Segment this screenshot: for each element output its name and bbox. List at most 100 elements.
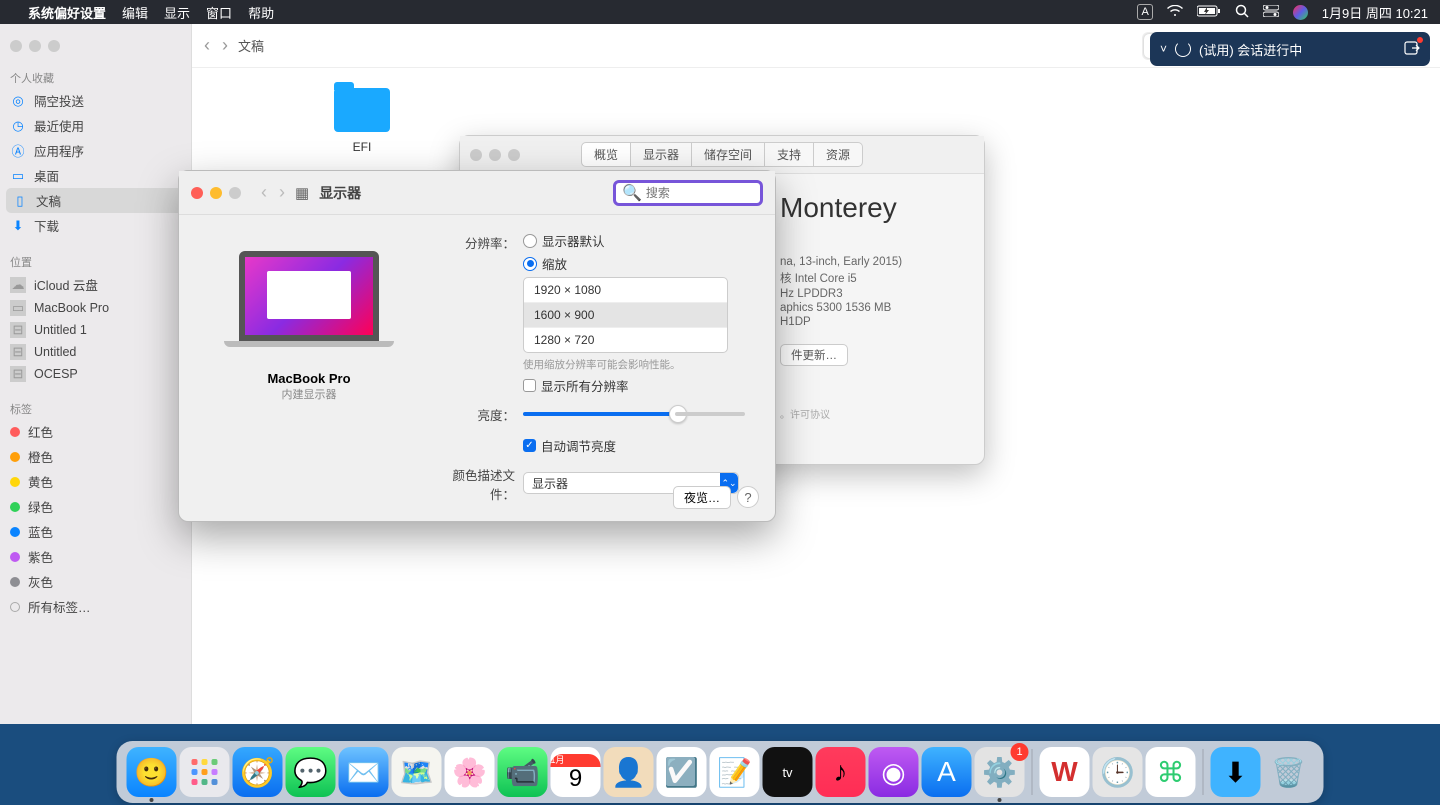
software-update-button[interactable]: 件更新… [780, 344, 848, 366]
dock-trash[interactable]: 🗑️ [1264, 747, 1314, 797]
sidebar-item-ocesp[interactable]: ⊟OCESP [0, 363, 191, 385]
show-all-resolutions-checkbox[interactable]: 显示所有分辨率 [523, 376, 755, 395]
search-field[interactable]: 🔍 [613, 180, 763, 206]
dock-music[interactable]: ♪ [816, 747, 866, 797]
dock-safari[interactable]: 🧭 [233, 747, 283, 797]
datetime[interactable]: 1月9日 周四 10:21 [1322, 3, 1428, 22]
dock-calendar[interactable]: 1月 9 [551, 747, 601, 797]
minimize-button[interactable] [210, 187, 222, 199]
sidebar-item-untitled1[interactable]: ⊟Untitled 1 [0, 319, 191, 341]
sidebar-item-untitled[interactable]: ⊟Untitled [0, 341, 191, 363]
auto-brightness-checkbox[interactable]: ✓自动调节亮度 [523, 436, 616, 455]
zoom-button[interactable] [48, 40, 60, 52]
forward-button[interactable]: › [279, 182, 285, 203]
back-button[interactable]: ‹ [204, 35, 210, 56]
tab-resources[interactable]: 资源 [814, 142, 863, 167]
night-shift-button[interactable]: 夜览… [673, 486, 731, 509]
minimize-button[interactable] [489, 149, 501, 161]
tag-dot-icon [10, 452, 20, 462]
exit-session-button[interactable] [1404, 40, 1420, 59]
show-all-button[interactable]: ▦ [295, 184, 309, 202]
sidebar-item-applications[interactable]: Ⓐ应用程序 [0, 138, 191, 163]
sidebar-item-icloud[interactable]: ☁iCloud 云盘 [0, 272, 191, 297]
wifi-icon[interactable] [1167, 4, 1183, 20]
close-button[interactable] [10, 40, 22, 52]
slider-thumb[interactable] [669, 405, 687, 423]
menu-window[interactable]: 窗口 [206, 3, 232, 22]
close-button[interactable] [470, 149, 482, 161]
menu-edit[interactable]: 编辑 [122, 3, 148, 22]
siri-icon[interactable] [1293, 5, 1308, 20]
session-banner[interactable]: ˅ (试用) 会话进行中 [1150, 32, 1430, 66]
minimize-button[interactable] [29, 40, 41, 52]
dock-system-preferences[interactable]: ⚙️1 [975, 747, 1025, 797]
sidebar-tag[interactable]: 所有标签… [0, 594, 191, 619]
folder-efi[interactable]: EFI [322, 88, 402, 154]
menu-help[interactable]: 帮助 [248, 3, 274, 22]
sidebar-tag[interactable]: 黄色 [0, 469, 191, 494]
dock-photos[interactable]: 🌸 [445, 747, 495, 797]
macbook-illustration [224, 251, 394, 361]
resolution-scaled-radio[interactable]: 缩放 [523, 254, 755, 273]
resolution-option[interactable]: 1920 × 1080 [524, 278, 727, 303]
resolution-option[interactable]: 1280 × 720 [524, 328, 727, 352]
tab-overview[interactable]: 概览 [581, 142, 631, 167]
dock-finder[interactable]: 🙂 [127, 747, 177, 797]
dock: 🙂 🧭 💬 ✉️ 🗺️ 🌸 📹 1月 9 👤 ☑️ 📝 tv ♪ ◉ A ⚙️1… [117, 741, 1324, 803]
sidebar-item-airdrop[interactable]: ◎隔空投送 [0, 88, 191, 113]
sidebar-tag[interactable]: 紫色 [0, 544, 191, 569]
sidebar-item-desktop[interactable]: ▭桌面 [0, 163, 191, 188]
close-button[interactable] [191, 187, 203, 199]
about-footer: 。许可协议 [780, 406, 960, 421]
dock-tv[interactable]: tv [763, 747, 813, 797]
disk-icon: ⊟ [10, 322, 26, 338]
zoom-button[interactable] [229, 187, 241, 199]
back-button[interactable]: ‹ [261, 182, 267, 203]
dock-wps[interactable]: W [1040, 747, 1090, 797]
spotlight-icon[interactable] [1235, 4, 1249, 21]
dock-timemachine[interactable]: 🕒 [1093, 747, 1143, 797]
app-menu[interactable]: 系统偏好设置 [28, 3, 106, 22]
dock-notes[interactable]: 📝 [710, 747, 760, 797]
tag-dot-icon [10, 602, 20, 612]
forward-button[interactable]: › [222, 35, 228, 56]
folder-label: EFI [322, 140, 402, 154]
sidebar-tag[interactable]: 蓝色 [0, 519, 191, 544]
tab-displays[interactable]: 显示器 [631, 142, 692, 167]
dock-contacts[interactable]: 👤 [604, 747, 654, 797]
dock-maps[interactable]: 🗺️ [392, 747, 442, 797]
sidebar-tag[interactable]: 绿色 [0, 494, 191, 519]
sidebar-item-recents[interactable]: ◷最近使用 [0, 113, 191, 138]
help-button[interactable]: ? [737, 486, 759, 508]
dock-appstore[interactable]: A [922, 747, 972, 797]
sidebar-tag[interactable]: 灰色 [0, 569, 191, 594]
brightness-slider[interactable] [523, 412, 743, 416]
tag-dot-icon [10, 477, 20, 487]
chevron-down-icon[interactable]: ˅ [1160, 42, 1167, 56]
battery-icon[interactable] [1197, 4, 1221, 20]
resolution-option[interactable]: 1600 × 900 [524, 303, 727, 328]
sidebar-tag[interactable]: 橙色 [0, 444, 191, 469]
dock-cloudapp[interactable]: ⌘ [1146, 747, 1196, 797]
sidebar-item-downloads[interactable]: ⬇下载 [0, 213, 191, 238]
sidebar-item-macbookpro[interactable]: ▭MacBook Pro [0, 297, 191, 319]
control-center-icon[interactable] [1263, 4, 1279, 20]
dock-facetime[interactable]: 📹 [498, 747, 548, 797]
search-input[interactable] [646, 186, 754, 200]
menu-view[interactable]: 显示 [164, 3, 190, 22]
dock-mail[interactable]: ✉️ [339, 747, 389, 797]
clock-icon: ◷ [10, 118, 26, 134]
sidebar-tag[interactable]: 红色 [0, 419, 191, 444]
resolution-default-radio[interactable]: 显示器默认 [523, 231, 755, 250]
dock-messages[interactable]: 💬 [286, 747, 336, 797]
dock-launchpad[interactable] [180, 747, 230, 797]
sidebar-item-documents[interactable]: ▯文稿 [6, 188, 185, 213]
tag-dot-icon [10, 427, 20, 437]
zoom-button[interactable] [508, 149, 520, 161]
dock-podcasts[interactable]: ◉ [869, 747, 919, 797]
dock-downloads[interactable]: ⬇ [1211, 747, 1261, 797]
dock-reminders[interactable]: ☑️ [657, 747, 707, 797]
tab-storage[interactable]: 储存空间 [692, 142, 765, 167]
tab-support[interactable]: 支持 [765, 142, 814, 167]
input-source-icon[interactable]: A [1137, 4, 1152, 20]
